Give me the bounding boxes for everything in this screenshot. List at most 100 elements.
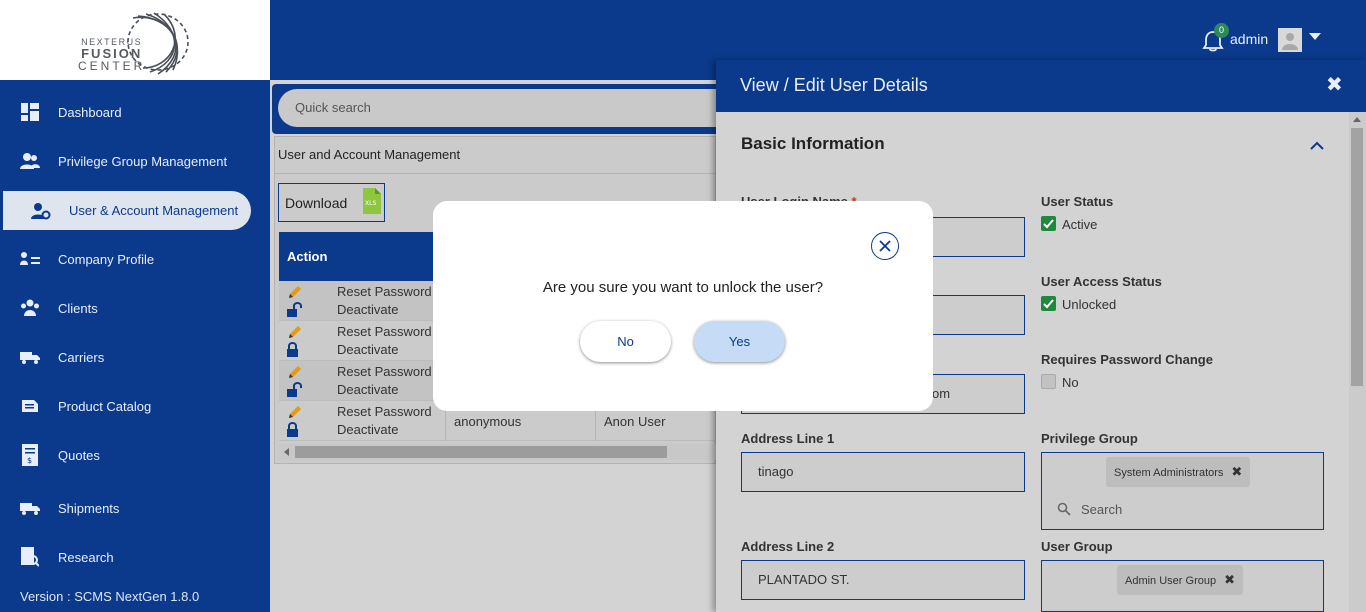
- sidebar-item-label: Company Profile: [58, 251, 155, 267]
- address1-label: Address Line 1: [741, 431, 835, 446]
- user-status-checkbox[interactable]: [1041, 216, 1056, 231]
- address1-field[interactable]: tinago: [741, 452, 1025, 492]
- xls-file-icon: XLS: [363, 188, 381, 214]
- user-settings-icon: [30, 200, 52, 222]
- password-change-value: No: [1062, 375, 1079, 390]
- sidebar-item-carriers[interactable]: Carriers: [0, 337, 270, 377]
- deactivate-link[interactable]: Deactivate: [337, 342, 398, 357]
- panel-title: View / Edit User Details: [740, 75, 928, 95]
- sidebar-item-shipments[interactable]: Shipments: [0, 488, 270, 528]
- edit-pencil-icon[interactable]: [287, 284, 303, 300]
- quotes-icon: $: [19, 444, 41, 466]
- sidebar-item-user-account[interactable]: User & Account Management: [3, 191, 251, 230]
- privilege-group-label: Privilege Group: [1041, 431, 1138, 446]
- cell-user-name: Anon User: [604, 414, 666, 429]
- reset-password-link[interactable]: Reset Password: [337, 324, 432, 339]
- scroll-left-arrow-icon[interactable]: [284, 448, 289, 456]
- sidebar-item-company-profile[interactable]: Company Profile: [0, 239, 270, 279]
- avatar-icon: [1282, 33, 1298, 50]
- xls-label: XLS: [365, 200, 376, 207]
- version-label: Version : SCMS NextGen 1.8.0: [20, 589, 200, 604]
- deactivate-link[interactable]: Deactivate: [337, 422, 398, 437]
- sidebar-item-label: Quotes: [58, 447, 100, 463]
- remove-chip-icon[interactable]: ✖: [1231, 464, 1242, 479]
- dashboard-icon: [19, 101, 41, 123]
- edit-pencil-icon[interactable]: [287, 364, 303, 380]
- dialog-message: Are you sure you want to unlock the user…: [542, 279, 824, 296]
- product-catalog-icon: [19, 395, 41, 417]
- privilege-group-chip: System Administrators ✖: [1106, 457, 1251, 487]
- user-name[interactable]: admin: [1230, 31, 1268, 47]
- sidebar-item-label: Dashboard: [58, 104, 122, 120]
- edit-pencil-icon[interactable]: [287, 404, 303, 420]
- shipments-icon: [19, 497, 41, 519]
- locked-lock-icon[interactable]: [286, 342, 300, 358]
- sidebar-item-clients[interactable]: Clients: [0, 288, 270, 328]
- user-status-label: User Status: [1041, 194, 1114, 209]
- close-icon: [879, 240, 891, 252]
- yes-button[interactable]: Yes: [694, 321, 785, 362]
- vertical-scroll-thumb[interactable]: [1351, 128, 1363, 386]
- notification-badge: 0: [1214, 23, 1229, 38]
- deactivate-link[interactable]: Deactivate: [337, 382, 398, 397]
- no-button[interactable]: No: [580, 321, 671, 362]
- user-menu-dropdown-icon[interactable]: [1309, 33, 1321, 40]
- access-status-checkbox[interactable]: [1041, 296, 1056, 311]
- chip-label: Admin User Group: [1125, 575, 1217, 587]
- reset-password-link[interactable]: Reset Password: [337, 404, 432, 419]
- research-icon: [19, 546, 41, 568]
- logo-line3: CENTER: [78, 59, 146, 73]
- password-change-checkbox[interactable]: [1041, 374, 1056, 389]
- dialog-close-button[interactable]: [871, 232, 899, 260]
- clients-icon: [19, 297, 41, 319]
- company-profile-icon: [19, 248, 41, 270]
- sidebar-item-privilege-group[interactable]: Privilege Group Management: [0, 141, 270, 181]
- section-title: Basic Information: [741, 134, 885, 153]
- search-icon: [1057, 502, 1071, 516]
- card-title: User and Account Management: [278, 147, 461, 162]
- reset-password-link[interactable]: Reset Password: [337, 364, 432, 379]
- edit-pencil-icon[interactable]: [287, 324, 303, 340]
- chevron-up-icon[interactable]: [1310, 141, 1324, 150]
- logo-text: NEXTERUS FUSION CENTER: [78, 36, 145, 72]
- remove-chip-icon[interactable]: ✖: [1224, 572, 1235, 587]
- email-field-value: om: [932, 386, 951, 401]
- password-change-label: Requires Password Change: [1041, 352, 1213, 367]
- user-group-label: User Group: [1041, 539, 1113, 554]
- address2-label: Address Line 2: [741, 539, 835, 554]
- sidebar-item-label: User & Account Management: [69, 203, 239, 218]
- scroll-up-arrow-icon[interactable]: [1353, 117, 1361, 122]
- user-group-chip: Admin User Group ✖: [1117, 565, 1243, 595]
- cell-login-name: anonymous: [454, 414, 522, 429]
- sidebar-item-dashboard[interactable]: Dashboard: [0, 92, 270, 132]
- download-label: Download: [285, 194, 348, 211]
- unlocked-lock-icon[interactable]: [286, 382, 304, 398]
- privilege-search-input[interactable]: Search: [1081, 502, 1122, 517]
- reset-password-link[interactable]: Reset Password: [337, 284, 432, 299]
- quick-search-input[interactable]: Quick search: [278, 89, 716, 127]
- sidebar-item-label: Privilege Group Management: [58, 153, 228, 169]
- confirm-unlock-dialog: [433, 201, 933, 411]
- sidebar-item-research[interactable]: Research: [0, 537, 270, 577]
- deactivate-link[interactable]: Deactivate: [337, 302, 398, 317]
- close-icon[interactable]: ✖: [1326, 75, 1343, 95]
- address2-field[interactable]: PLANTADO ST.: [741, 560, 1025, 600]
- users-group-icon: [19, 150, 41, 172]
- sidebar-item-label: Research: [58, 549, 114, 565]
- sidebar-item-label: Product Catalog: [58, 398, 152, 414]
- unlocked-lock-icon[interactable]: [286, 302, 304, 318]
- sidebar-item-product-catalog[interactable]: Product Catalog: [0, 386, 270, 426]
- divider: [274, 173, 716, 174]
- check-icon: [1043, 219, 1054, 229]
- access-status-value: Unlocked: [1062, 297, 1117, 312]
- access-status-label: User Access Status: [1041, 274, 1162, 289]
- sidebar-item-label: Shipments: [58, 500, 120, 516]
- check-icon: [1043, 299, 1054, 309]
- locked-lock-icon[interactable]: [286, 422, 300, 438]
- horizontal-scroll-thumb[interactable]: [295, 446, 667, 458]
- avatar[interactable]: [1278, 28, 1302, 52]
- logo-area: NEXTERUS FUSION CENTER: [0, 0, 270, 80]
- sidebar-item-quotes[interactable]: $ Quotes: [0, 435, 270, 475]
- chip-label: System Administrators: [1114, 467, 1224, 479]
- carriers-icon: [19, 346, 41, 368]
